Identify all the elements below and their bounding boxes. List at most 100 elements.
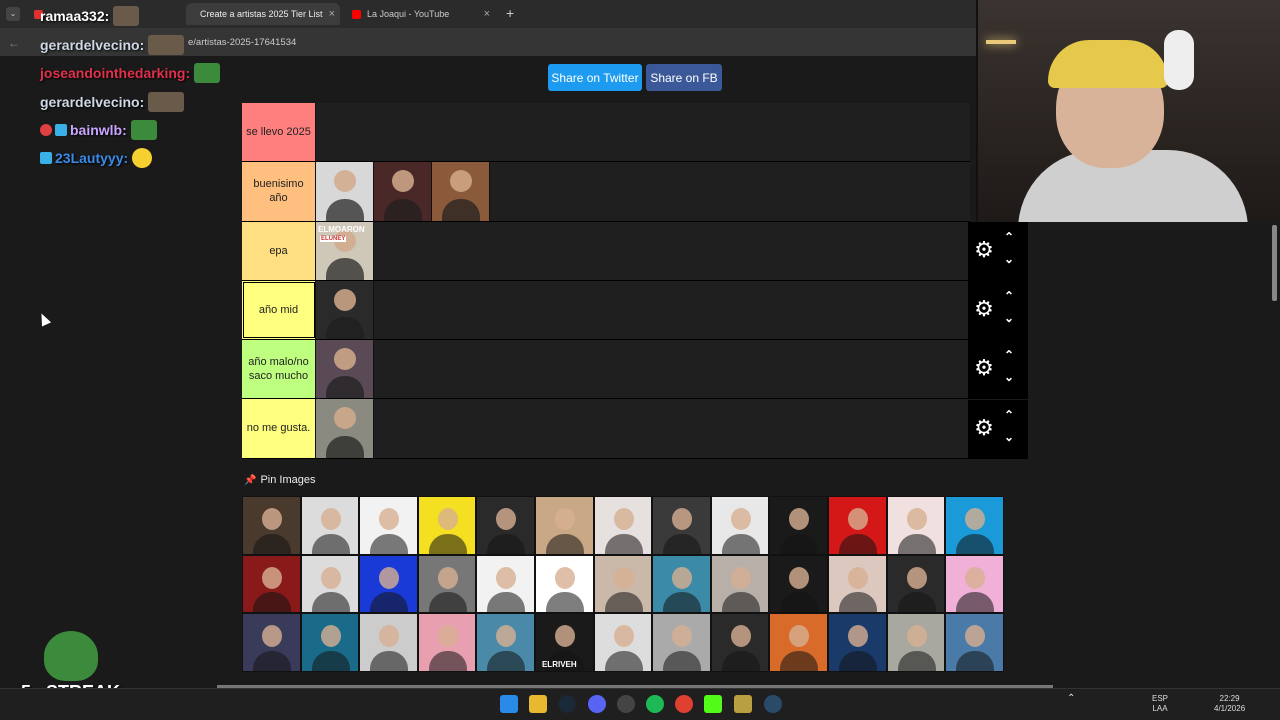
gear-icon[interactable]: ⚙ [973,239,995,261]
gallery-artist-image[interactable] [593,554,653,614]
windows-start-icon[interactable] [500,695,518,713]
gallery-artist-image[interactable] [300,496,360,555]
move-up-icon[interactable]: ⌃ [1004,408,1014,422]
gallery-artist-image[interactable] [300,613,360,672]
steam-client-icon[interactable] [764,695,782,713]
obs-icon[interactable] [617,695,635,713]
gallery-artist-image[interactable] [242,496,301,555]
new-tab-button[interactable]: + [506,5,514,21]
tier-row: se llevo 2025 [242,103,970,163]
artist-thumbnail[interactable] [316,399,374,458]
discord-icon[interactable] [588,695,606,713]
windows-taskbar [0,688,1280,720]
tab-youtube[interactable]: La Joaqui - YouTube × [344,3,498,25]
gallery-artist-image[interactable] [945,554,1004,614]
tier-label[interactable]: epa [242,221,316,280]
app-icon[interactable] [734,695,752,713]
tier-label[interactable]: no me gusta. [242,399,316,458]
tab-tierlist[interactable]: Create a artistas 2025 Tier List × [186,3,340,25]
tier-label[interactable]: año malo/no saco mucho [242,340,316,399]
gallery-artist-image[interactable] [886,613,946,672]
gallery-artist-image[interactable] [652,554,711,614]
gallery-artist-image[interactable] [242,613,301,672]
back-arrow-icon[interactable]: ← [8,36,20,50]
gallery-artist-image[interactable] [476,554,535,614]
gallery-artist-image[interactable] [827,554,887,614]
gallery-artist-image[interactable]: ELRIVEH [534,613,594,672]
gallery-artist-image[interactable] [359,554,418,614]
gallery-artist-image[interactable] [769,554,828,614]
gear-icon[interactable]: ⚙ [973,298,995,320]
kick-icon[interactable] [704,695,722,713]
tab-list-button[interactable]: ⌄ [6,7,20,21]
screen: ⌄ Create a artistas 2025 Tier List × La … [0,0,1280,720]
gallery-artist-image[interactable] [593,613,653,672]
artist-thumbnail[interactable]: ELMOARON ELUNEY [316,221,374,280]
move-up-icon[interactable]: ⌃ [1004,289,1014,303]
gallery-artist-image[interactable] [359,613,418,672]
language-indicator[interactable]: ESP LAA [1152,694,1168,714]
gallery-artist-image[interactable] [710,554,770,614]
gallery-artist-image[interactable] [593,496,653,555]
artist-thumbnail[interactable] [316,340,374,399]
move-down-icon[interactable]: ⌄ [1004,252,1014,266]
vertical-scrollbar[interactable] [1272,225,1277,301]
move-down-icon[interactable]: ⌄ [1004,430,1014,444]
spotify-icon[interactable] [646,695,664,713]
gallery-artist-image[interactable] [769,613,828,672]
pepe-emote-icon [130,120,157,140]
chat-separator: : [122,122,127,138]
share-fb-button[interactable]: Share on FB [646,64,722,91]
move-down-icon[interactable]: ⌄ [1004,311,1014,325]
clock[interactable]: 22:29 4/1/2026 [1214,694,1245,714]
gallery-artist-image[interactable] [242,554,301,614]
gallery-artist-image[interactable] [827,496,887,555]
gallery-artist-image[interactable] [417,496,477,555]
gallery-artist-image[interactable] [769,496,828,555]
move-down-icon[interactable]: ⌄ [1004,370,1014,384]
gallery-artist-image[interactable] [359,496,418,555]
artist-thumbnail[interactable] [316,162,374,221]
tier-items [316,340,374,399]
tier-items [316,162,490,221]
file-explorer-icon[interactable] [529,695,547,713]
artist-thumbnail[interactable] [316,280,374,340]
chat-username: 23Lautyyy [55,150,124,166]
gallery-artist-image[interactable] [827,613,887,672]
gallery-artist-image[interactable] [652,613,711,672]
share-twitter-button[interactable]: Share on Twitter [548,64,642,91]
chrome-icon[interactable] [675,695,693,713]
gallery-artist-image[interactable] [710,496,770,555]
gallery-artist-image[interactable] [534,554,594,614]
move-up-icon[interactable]: ⌃ [1004,230,1014,244]
tier-label[interactable]: se llevo 2025 [242,103,316,162]
steam-icon[interactable] [558,695,576,713]
tray-chevron-icon[interactable]: ⌃ [1067,694,1075,704]
gallery-artist-image[interactable] [417,554,477,614]
artist-thumbnail[interactable] [374,162,432,221]
gallery-artist-image[interactable] [417,613,477,672]
gallery-artist-image[interactable] [534,496,594,555]
tier-label[interactable]: año mid [242,280,316,340]
artist-thumbnail[interactable] [432,162,490,221]
close-tab-icon[interactable]: × [484,8,490,20]
gear-icon[interactable]: ⚙ [973,357,995,379]
gallery-artist-image[interactable] [300,554,360,614]
move-up-icon[interactable]: ⌃ [1004,348,1014,362]
chat-emote [148,35,185,55]
gallery-artist-image[interactable] [886,496,946,555]
gallery-artist-image[interactable] [886,554,946,614]
gallery-artist-image[interactable] [945,613,1004,672]
gallery-artist-image[interactable] [476,613,535,672]
url-field[interactable]: e/artistas-2025-17641534 [188,37,296,48]
gallery-artist-image[interactable] [652,496,711,555]
chat-username: gerardelvecino [40,94,140,110]
pin-images-label[interactable]: 📌 Pin Images [244,474,315,486]
gallery-artist-image[interactable] [945,496,1004,555]
tier-label[interactable]: buenisimo año [242,162,316,221]
gallery-artist-image[interactable] [476,496,535,555]
gear-icon[interactable]: ⚙ [973,417,995,439]
gallery-artist-image[interactable] [710,613,770,672]
close-tab-icon[interactable]: × [329,8,335,20]
chat-separator: : [139,37,145,53]
